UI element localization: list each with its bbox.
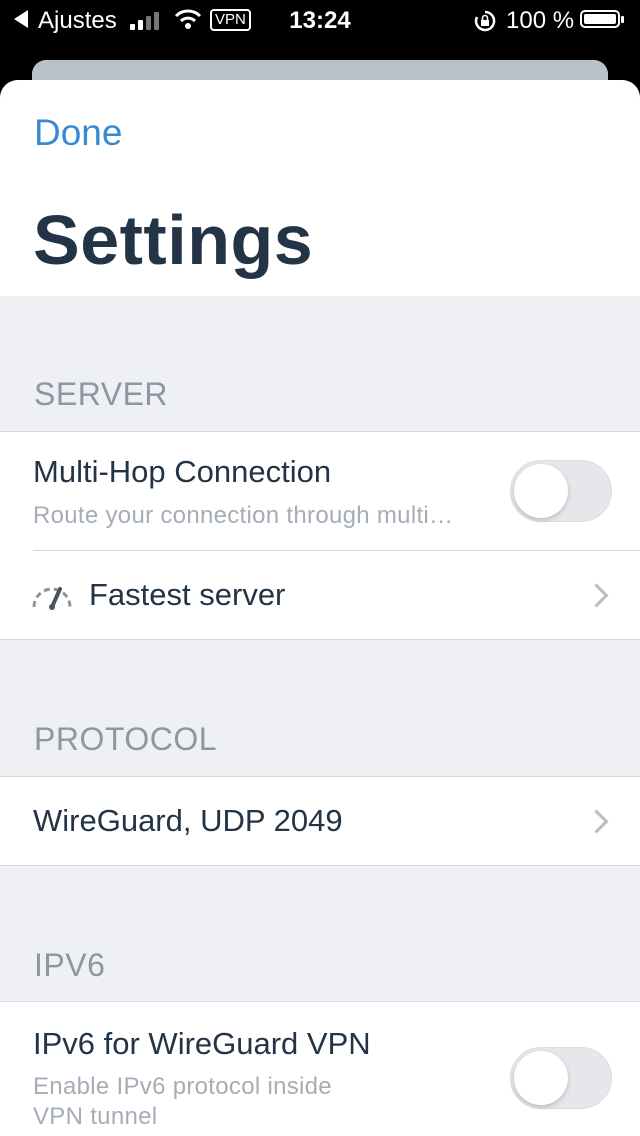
ipv6-toggle[interactable] — [510, 1047, 612, 1109]
protocol-value: WireGuard, UDP 2049 — [33, 803, 343, 838]
multihop-title: Multi-Hop Connection — [33, 454, 332, 489]
rotation-lock-icon — [474, 10, 496, 32]
server-group: Multi-Hop Connection Route your connecti… — [0, 431, 640, 640]
multihop-row[interactable]: Multi-Hop Connection Route your connecti… — [0, 432, 640, 551]
chevron-right-icon — [584, 583, 609, 608]
ipv6-row[interactable]: IPv6 for WireGuard VPN Enable IPv6 proto… — [0, 1002, 640, 1136]
settings-sheet: Done Settings SERVER Multi-Hop Connectio… — [0, 80, 640, 1136]
ipv6-subtitle-line2: VPN tunnel — [33, 1103, 158, 1130]
ipv6-group: IPv6 for WireGuard VPN Enable IPv6 proto… — [0, 1001, 640, 1136]
protocol-group: WireGuard, UDP 2049 — [0, 776, 640, 866]
multihop-subtitle: Route your connection through multi… — [33, 502, 454, 529]
fastest-server-label: Fastest server — [89, 577, 286, 612]
page-title: Settings — [33, 201, 314, 279]
multihop-toggle[interactable] — [510, 460, 612, 522]
fastest-server-row[interactable]: Fastest server — [0, 551, 640, 639]
ipv6-title: IPv6 for WireGuard VPN — [33, 1026, 371, 1061]
status-bar: Ajustes VPN 13:24 100 % — [0, 0, 640, 40]
ipv6-subtitle-line1: Enable IPv6 protocol inside — [33, 1073, 332, 1100]
speedometer-icon — [32, 587, 72, 610]
section-label-protocol: PROTOCOL — [34, 721, 217, 757]
battery-percent: 100 % — [506, 7, 575, 34]
section-label-ipv6: IPV6 — [34, 947, 106, 983]
battery-icon — [580, 10, 624, 28]
sheet-header: Done Settings — [0, 80, 640, 296]
section-label-server: SERVER — [34, 376, 169, 412]
protocol-row[interactable]: WireGuard, UDP 2049 — [0, 777, 640, 865]
done-button[interactable]: Done — [34, 112, 122, 154]
chevron-right-icon — [584, 809, 609, 834]
